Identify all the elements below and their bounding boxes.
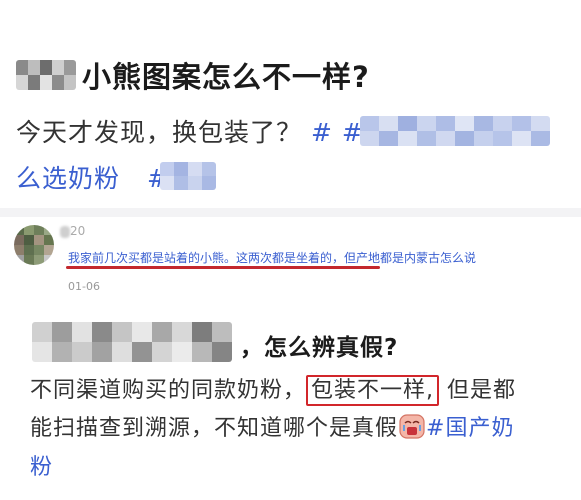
red-underline-annotation bbox=[66, 266, 380, 269]
post-2-text-after: 但是都 bbox=[439, 378, 517, 403]
post-2-title[interactable]: ，怎么辨真假? bbox=[240, 328, 398, 362]
blurred-hashtag-2 bbox=[160, 162, 216, 190]
blurred-title-prefix bbox=[32, 322, 232, 362]
comment-date: 01-06 bbox=[68, 280, 100, 293]
hashtag-link[interactable]: # # bbox=[311, 118, 364, 147]
section-divider bbox=[0, 208, 581, 217]
blurred-hashtag-1 bbox=[360, 116, 550, 146]
highlight-box-packaging-different: 包装不一样, bbox=[306, 375, 440, 406]
blurred-username-2 bbox=[60, 226, 70, 238]
hashtag-continued[interactable]: 么选奶粉 bbox=[16, 164, 120, 193]
post-2-body-line-2: 能扫描查到溯源，不知道哪个是真假 #国产奶 bbox=[30, 410, 514, 442]
hashtag-domestic-formula[interactable]: #国产奶 bbox=[426, 416, 514, 441]
post-1-body-line-2[interactable]: 么选奶粉 # bbox=[16, 159, 169, 195]
hashtag-continued-2[interactable]: 粉 bbox=[30, 455, 53, 480]
post-2-body-line-1: 不同渠道购买的同款奶粉， 包装不一样, 但是都 bbox=[30, 372, 517, 406]
post-2-text-line-2: 能扫描查到溯源，不知道哪个是真假 bbox=[30, 416, 399, 441]
post-2-text-before: 不同渠道购买的同款奶粉， bbox=[30, 378, 307, 403]
post-1-title[interactable]: 小熊图案怎么不一样? bbox=[82, 54, 370, 96]
comment-text: 我家前几次买都是站着的小熊。这两次都是坐着的，但产地都是内蒙古怎么说 bbox=[68, 251, 477, 265]
crying-face-icon bbox=[399, 414, 425, 439]
avatar[interactable] bbox=[14, 225, 54, 265]
post-2-body-line-3[interactable]: 粉 bbox=[30, 449, 53, 481]
post-1-body-line-1: 今天才发现，换包装了？ # # bbox=[16, 113, 364, 149]
blurred-username-1 bbox=[16, 60, 76, 90]
post-1-body-text: 今天才发现，换包装了？ bbox=[16, 118, 303, 147]
comment-username[interactable]: 20 bbox=[70, 224, 85, 238]
